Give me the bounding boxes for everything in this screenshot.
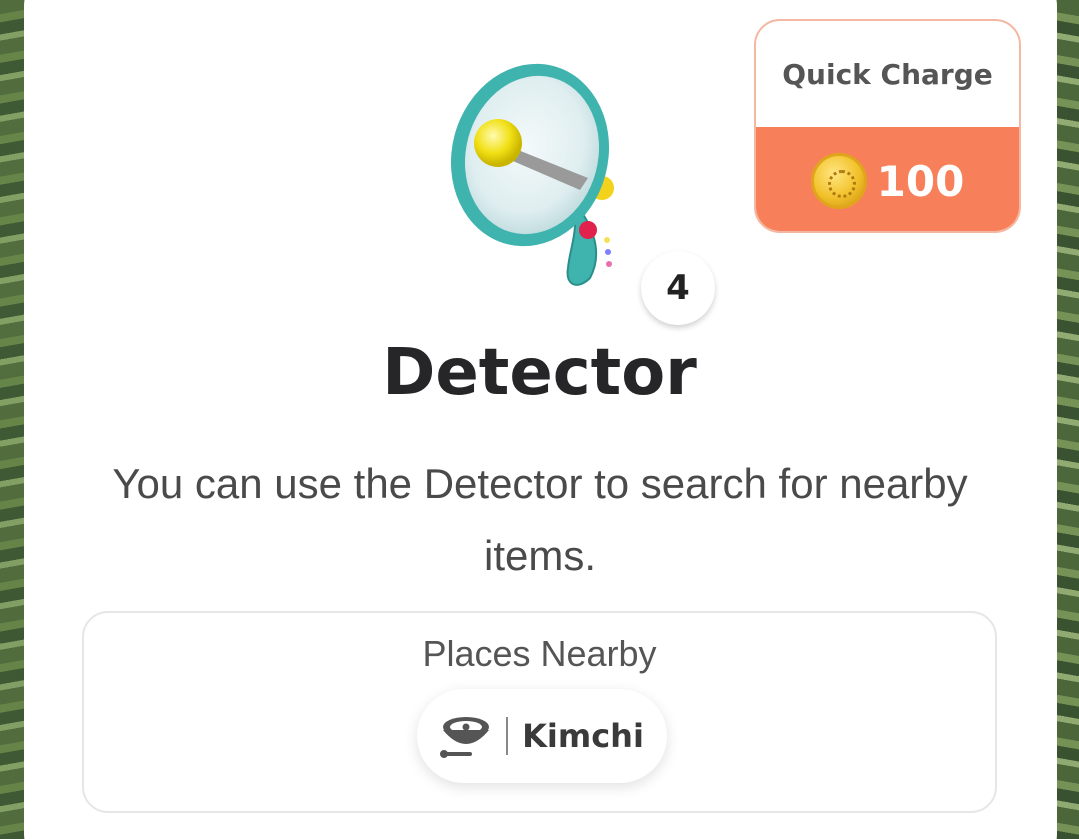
item-count-badge: 4 <box>641 251 715 325</box>
place-label: Kimchi <box>522 717 644 755</box>
quick-charge-cost: 100 <box>876 156 965 206</box>
detector-megaphone-icon <box>450 63 614 286</box>
bowl-icon <box>440 717 490 758</box>
item-title: Detector <box>382 336 697 410</box>
places-nearby-panel: Places Nearby Kimchi <box>82 611 997 813</box>
item-description: You can use the Detector to search for n… <box>112 460 968 579</box>
coin-icon <box>810 153 867 209</box>
quick-charge-button[interactable]: Quick Charge 100 <box>754 19 1021 233</box>
quick-charge-cost-area: 100 <box>756 127 1019 231</box>
quick-charge-label: Quick Charge <box>782 57 993 91</box>
chip-separator <box>506 717 509 755</box>
place-chip-kimchi[interactable]: Kimchi <box>417 689 667 783</box>
places-nearby-title: Places Nearby <box>422 633 657 674</box>
